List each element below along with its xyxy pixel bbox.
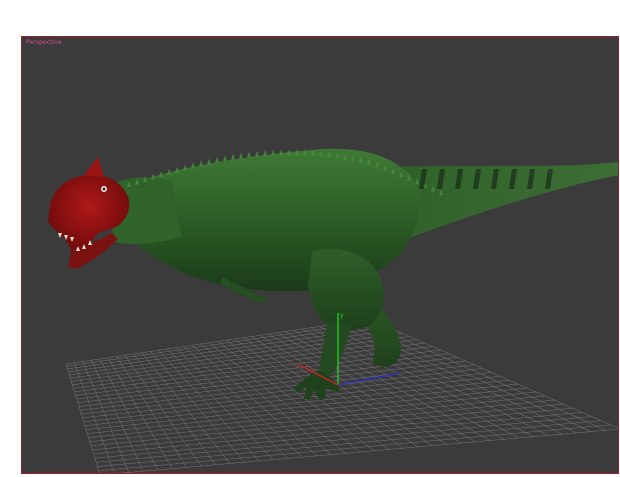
grid-line [88,391,536,438]
app-canvas: y x Perspective [0,0,620,477]
spike [191,162,195,169]
grid-line [94,412,583,459]
spike [215,156,219,163]
perspective-viewport[interactable]: y x Perspective [21,36,619,474]
spike [223,155,227,162]
spike [167,168,171,175]
grid-line [92,403,564,451]
grid-line [77,357,458,403]
grid-line [98,424,611,472]
spike [183,164,187,171]
spike [271,149,275,156]
spike [263,149,267,156]
head [48,175,130,255]
spike [279,149,283,156]
spike [247,151,251,158]
spike [175,166,179,173]
dinosaur-model[interactable] [48,148,619,401]
grid-line [93,407,573,455]
viewport-label[interactable]: Perspective [26,39,62,46]
horn [84,157,104,177]
spike [239,152,243,159]
spike [199,160,203,167]
grid-line [83,375,501,423]
pupil [102,187,106,191]
grid-line [86,383,518,430]
spike [231,153,235,160]
spike [287,149,291,155]
grid-line [96,416,592,463]
grid-line [72,339,417,386]
grid-line [97,420,601,467]
spike [207,158,211,165]
gizmo-x-label: x [296,362,300,369]
spike [255,150,259,157]
grid-line [89,395,546,442]
viewport-scene[interactable]: y x [22,37,619,474]
gizmo-y-label: y [340,312,344,319]
